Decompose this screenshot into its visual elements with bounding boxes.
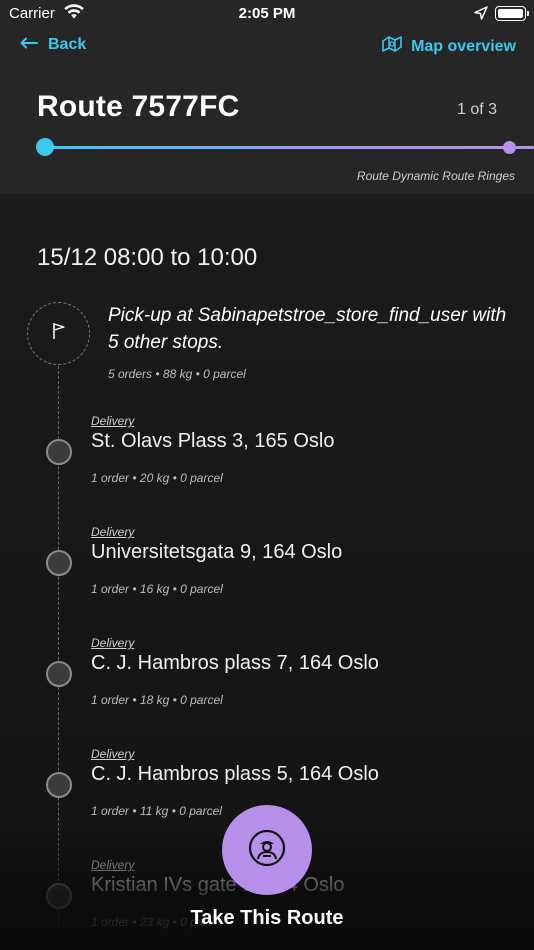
map-overview-button[interactable]: Map overview [381, 34, 516, 59]
flag-icon [52, 322, 66, 345]
stop-type: Delivery [91, 858, 135, 872]
map-icon [381, 34, 403, 59]
stop-bullet [46, 550, 72, 576]
take-route-label[interactable]: Take This Route [0, 907, 534, 930]
list-item[interactable]: Delivery C. J. Hambros plass 7, 164 Oslo… [0, 636, 534, 736]
list-item[interactable]: Delivery St. Olavs Plass 3, 165 Oslo 1 o… [0, 414, 534, 514]
stop-address: C. J. Hambros plass 7, 164 Oslo [91, 652, 379, 674]
stop-address: C. J. Hambros plass 5, 164 Oslo [91, 763, 379, 785]
page-title: Route 7577FC [37, 90, 240, 123]
stop-meta: 1 order • 11 kg • 0 parcel [91, 804, 222, 818]
stop-meta: 1 order • 16 kg • 0 parcel [91, 582, 223, 596]
stop-address: Kristian IVs gate 1, 164 Oslo [91, 874, 345, 896]
location-arrow-icon [474, 6, 488, 25]
stop-type: Delivery [91, 525, 135, 539]
stop-type: Delivery [91, 747, 135, 761]
route-progress-start-dot [36, 138, 54, 156]
stop-type: Delivery [91, 414, 135, 428]
list-item[interactable]: Delivery Universitetsgata 9, 164 Oslo 1 … [0, 525, 534, 625]
route-header: Back Map overview Route 7577FC 1 of 3 Ro… [0, 28, 534, 194]
stop-bullet [46, 661, 72, 687]
stop-address: St. Olavs Plass 3, 165 Oslo [91, 430, 335, 452]
back-button[interactable]: Back [20, 36, 86, 54]
battery-tip [527, 11, 529, 16]
route-page-counter: 1 of 3 [456, 101, 497, 118]
driver-icon [247, 828, 287, 873]
pickup-title: Pick-up at Sabinapetstroe_store_find_use… [108, 305, 507, 353]
stop-meta: 1 order • 20 kg • 0 parcel [91, 471, 223, 485]
stop-bullet [46, 439, 72, 465]
clock: 2:05 PM [238, 5, 296, 22]
battery-icon [495, 6, 526, 21]
stop-meta: 1 order • 18 kg • 0 parcel [91, 693, 223, 707]
stop-type: Delivery [91, 636, 135, 650]
route-progress-track [45, 146, 534, 149]
map-overview-label: Map overview [411, 37, 516, 55]
stop-bullet [46, 772, 72, 798]
take-route-button[interactable] [222, 805, 312, 895]
schedule-date-range: 15/12 08:00 to 10:00 [37, 244, 258, 271]
route-progress-end-dot [503, 141, 516, 154]
pickup-meta: 5 orders • 88 kg • 0 parcel [108, 367, 246, 381]
back-label: Back [48, 36, 87, 53]
route-subtitle: Route Dynamic Route Ringes [356, 169, 515, 183]
arrow-left-icon [20, 36, 38, 54]
status-bar: Carrier 2:05 PM [0, 0, 534, 28]
pickup-marker [27, 302, 90, 365]
stop-address: Universitetsgata 9, 164 Oslo [91, 541, 343, 563]
stop-bullet [46, 883, 72, 909]
